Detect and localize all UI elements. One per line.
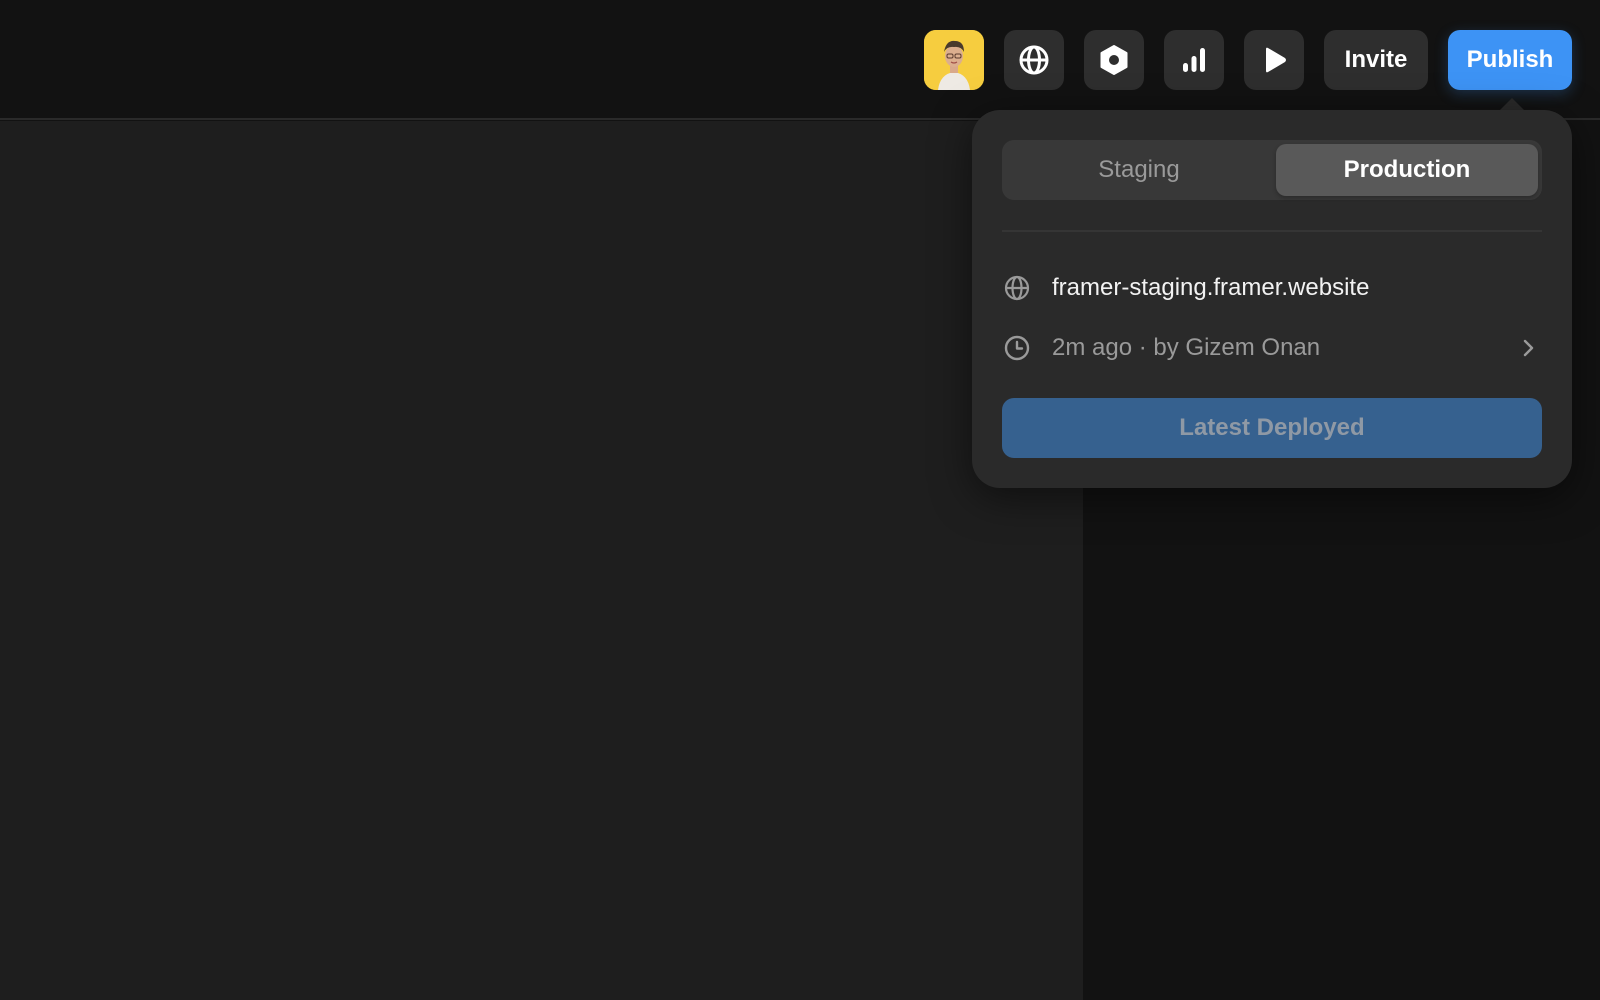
tab-staging[interactable]: Staging [1006,144,1272,196]
preview-play-icon [1266,47,1286,73]
settings-hexagon-icon [1100,45,1128,75]
avatar-image [924,30,984,90]
publish-button[interactable]: Publish [1448,30,1572,90]
editor-canvas[interactable] [0,121,1083,1000]
domain-link[interactable]: framer-staging.framer.website [1052,274,1369,302]
domain-settings-button[interactable] [1004,30,1064,90]
divider [1002,230,1542,232]
latest-deployed-button[interactable]: Latest Deployed [1002,398,1542,458]
chevron-right-icon [1523,339,1534,357]
globe-icon [1019,45,1049,75]
invite-button[interactable]: Invite [1324,30,1428,90]
tab-production[interactable]: Production [1276,144,1538,196]
site-settings-button[interactable] [1084,30,1144,90]
analytics-bars-icon [1183,48,1205,72]
user-avatar[interactable] [924,30,984,90]
version-history-row[interactable]: 2m ago · by Gizem Onan [1002,328,1542,368]
publish-popover: Staging Production framer-staging.framer… [972,110,1572,488]
last-published-text: 2m ago · by Gizem Onan [1052,334,1321,361]
environment-switcher: Staging Production [1002,140,1542,200]
preview-button[interactable] [1244,30,1304,90]
globe-icon [1002,273,1032,303]
domain-row[interactable]: framer-staging.framer.website [1002,268,1542,308]
clock-icon [1002,333,1032,363]
analytics-button[interactable] [1164,30,1224,90]
